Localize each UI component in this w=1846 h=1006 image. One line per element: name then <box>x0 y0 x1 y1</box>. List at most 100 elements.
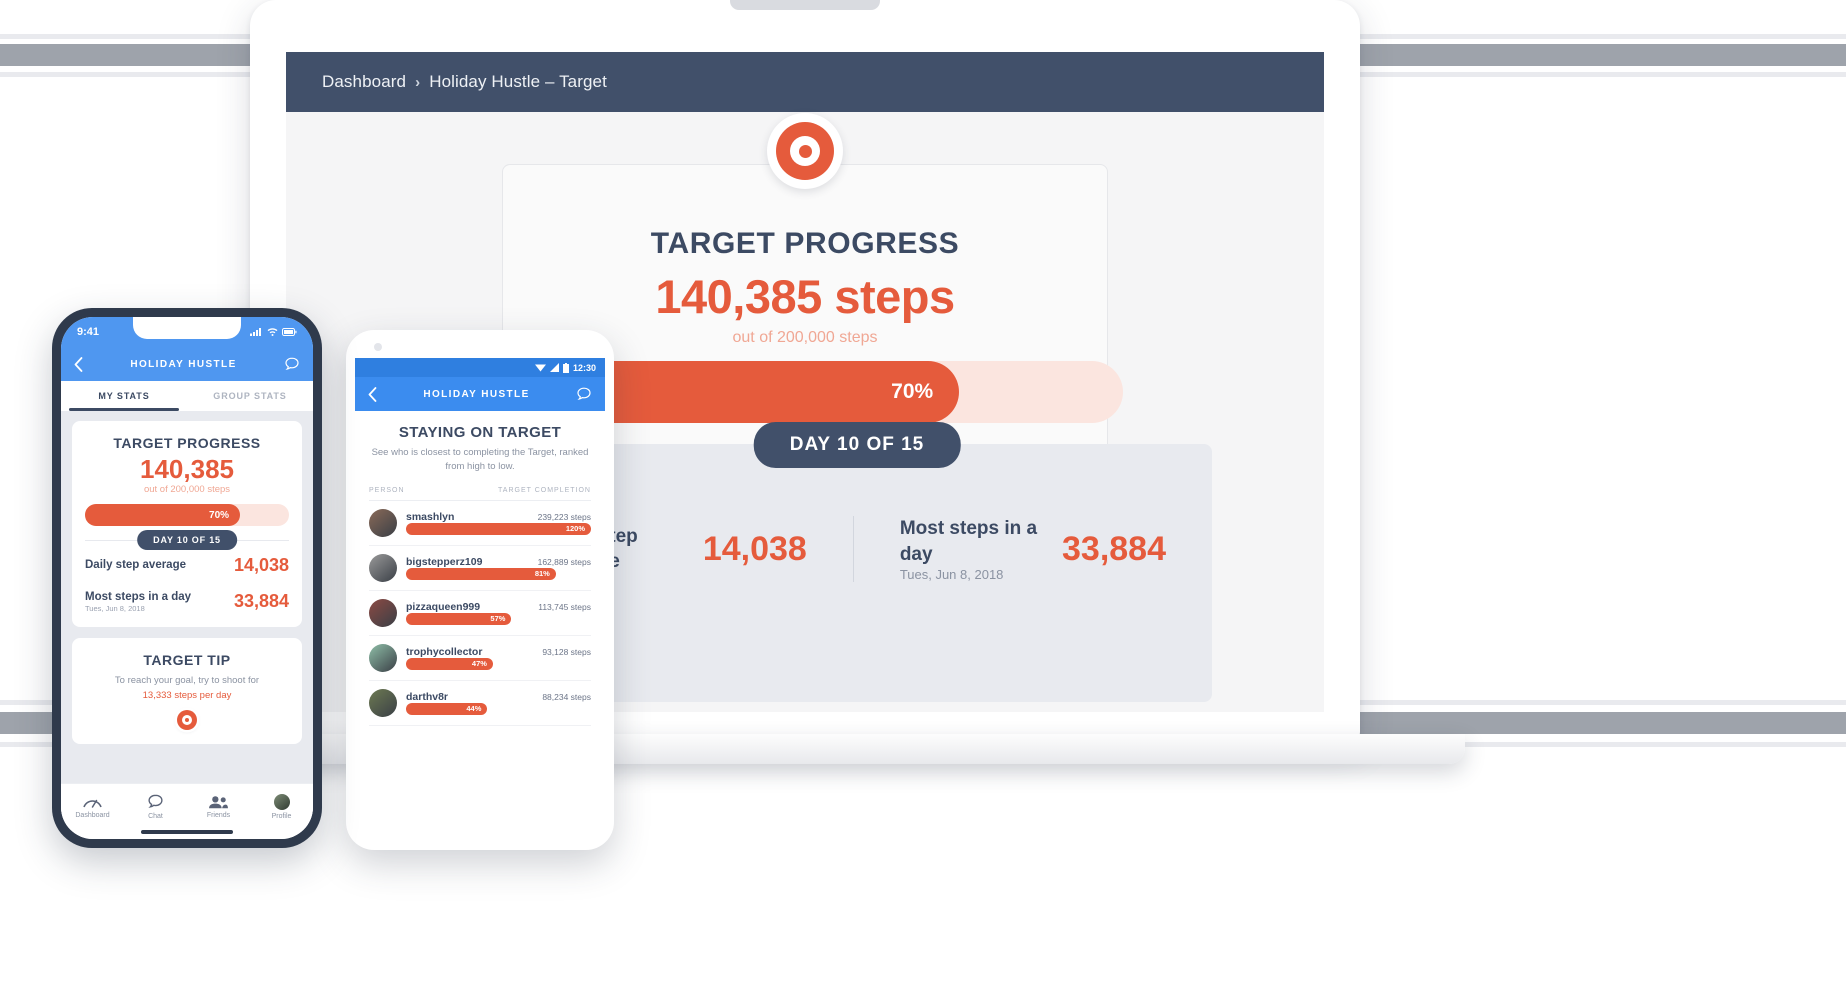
stat-value: 14,038 <box>233 555 289 575</box>
leaderboard-steps: 162,889 steps <box>537 556 591 567</box>
iphone-notch <box>133 317 241 339</box>
column-person: PERSON <box>369 486 405 494</box>
iphone-mockup: 9:41 HOLIDAY HUSTLE MY STATS GROUP STATS… <box>52 308 322 848</box>
tip-lead: To reach your goal, try to shoot for <box>114 675 260 687</box>
tab-friends[interactable]: Friends <box>187 795 250 819</box>
tab-chat[interactable]: Chat <box>124 793 187 820</box>
battery-icon <box>282 328 297 336</box>
ios-steps-goal: out of 200,000 steps <box>143 484 231 495</box>
tab-label: Chat <box>148 813 163 820</box>
ios-content: TARGET PROGRESS 140,385 out of 200,000 s… <box>61 411 313 831</box>
avatar <box>369 688 397 717</box>
target-icon <box>177 709 197 730</box>
leaderboard-steps: 88,234 steps <box>542 691 591 702</box>
ios-status-bar: 9:41 <box>61 317 313 347</box>
leaderboard-row[interactable]: trophycollector 93,128 steps 47% <box>369 636 591 681</box>
ios-status-icons <box>250 328 297 336</box>
leaderboard-row[interactable]: smashlyn 239,223 steps 120% <box>369 501 591 546</box>
avatar <box>369 598 397 627</box>
card-title: TARGET TIP <box>143 652 231 669</box>
leaderboard-steps: 93,128 steps <box>542 646 591 657</box>
tab-my-stats[interactable]: MY STATS <box>61 381 187 411</box>
stat-value: 14,038 <box>702 529 807 568</box>
breadcrumb-current: Holiday Hustle – Target <box>429 72 607 91</box>
card-title: TARGET PROGRESS <box>113 435 261 451</box>
leaderboard-name: smashlyn <box>406 510 455 523</box>
target-icon <box>776 122 834 180</box>
ios-header-title: HOLIDAY HUSTLE <box>130 358 237 370</box>
ios-day-divider: DAY 10 OF 15 <box>85 530 289 550</box>
leaderboard-list[interactable]: smashlyn 239,223 steps 120% bigstepperz109 1… <box>369 501 591 726</box>
back-chevron-icon[interactable] <box>368 386 377 402</box>
leaderboard-steps: 113,745 steps <box>538 601 591 612</box>
leaderboard-row[interactable]: pizzaqueen999 113,745 steps 57% <box>369 591 591 636</box>
ios-clock: 9:41 <box>77 326 100 338</box>
stat-label: Most steps in a day <box>899 518 1038 565</box>
ios-progress-fill: 70% <box>85 504 241 526</box>
stat-value: 33,884 <box>233 591 289 612</box>
ios-target-tip-card: TARGET TIP To reach your goal, try to sh… <box>72 638 302 744</box>
ios-target-progress-card: TARGET PROGRESS 140,385 out of 200,000 s… <box>72 421 302 628</box>
android-screen: 12:30 HOLIDAY HUSTLE STAYING ON TARGET S… <box>355 358 605 802</box>
signal-icon <box>250 328 263 336</box>
android-content: STAYING ON TARGET See who is closest to … <box>355 411 605 802</box>
desktop-progress-label: 70% <box>891 380 934 403</box>
ios-steps-value: 140,385 <box>140 454 234 484</box>
leaderboard-row[interactable]: darthv8r 88,234 steps 44% <box>369 681 591 726</box>
leaderboard-bar-fill: 120% <box>406 522 591 535</box>
leaderboard-bar-fill: 81% <box>406 567 556 580</box>
tip-text: To reach your goal, try to shoot for 13,… <box>85 674 289 703</box>
leaderboard-bar-track: 81% <box>406 567 591 580</box>
wifi-icon <box>534 363 546 372</box>
day-counter-badge: DAY 10 OF 15 <box>137 530 237 550</box>
avatar <box>369 553 397 582</box>
tab-label: Dashboard <box>75 811 110 819</box>
breadcrumb-root[interactable]: Dashboard <box>322 72 406 92</box>
stat-label: Most steps in a day <box>85 591 192 603</box>
leaderboard-bar-fill: 47% <box>406 657 493 670</box>
ios-stat-daily-average: Daily step average 14,038 <box>85 555 289 576</box>
iphone-screen: 9:41 HOLIDAY HUSTLE MY STATS GROUP STATS… <box>61 317 313 839</box>
tab-label: GROUP STATS <box>213 391 287 401</box>
ios-progress-track: 70% <box>85 504 289 526</box>
desktop-page-title: TARGET PROGRESS <box>650 227 960 260</box>
tab-label: Friends <box>206 811 231 819</box>
android-clock: 12:30 <box>572 362 596 373</box>
chat-icon[interactable] <box>284 356 300 372</box>
chat-icon[interactable] <box>576 386 592 402</box>
android-mockup: 12:30 HOLIDAY HUSTLE STAYING ON TARGET S… <box>346 330 614 850</box>
screenshot-stage: Dashboard › Holiday Hustle – Target TARG… <box>0 0 1846 1006</box>
leaderboard-name: darthv8r <box>406 690 449 703</box>
desktop-steps-value: 140,385 steps <box>655 270 955 323</box>
ios-tabs[interactable]: MY STATS GROUP STATS <box>61 381 313 411</box>
tab-dashboard[interactable]: Dashboard <box>61 795 124 819</box>
leaderboard-bar-track: 57% <box>406 612 591 625</box>
laptop-base <box>145 734 1465 764</box>
column-completion: TARGET COMPLETION <box>498 486 591 494</box>
stat-most-steps: Most steps in a day Tues, Jun 8, 2018 33… <box>852 516 1212 583</box>
tip-highlight: 13,333 steps per day <box>142 689 232 701</box>
ios-stat-most-steps: Most steps in a day Tues, Jun 8, 2018 33… <box>85 590 289 613</box>
leaderboard-row[interactable]: bigstepperz109 162,889 steps 81% <box>369 546 591 591</box>
wifi-icon <box>267 328 278 336</box>
stat-date: Tues, Jun 8, 2018 <box>899 567 1004 583</box>
tab-label: MY STATS <box>98 391 150 401</box>
tab-group-stats[interactable]: GROUP STATS <box>187 381 313 411</box>
tab-profile[interactable]: Profile <box>250 793 313 820</box>
leaderboard-name: pizzaqueen999 <box>406 600 481 613</box>
back-chevron-icon[interactable] <box>74 356 83 372</box>
android-heading: STAYING ON TARGET <box>398 424 562 441</box>
leaderboard-bar-track: 47% <box>406 657 591 670</box>
day-counter-badge: DAY 10 OF 15 <box>753 422 961 468</box>
android-header-title: HOLIDAY HUSTLE <box>423 388 530 400</box>
avatar <box>369 508 397 537</box>
android-status-bar: 12:30 <box>355 358 605 377</box>
leaderboard-name: trophycollector <box>406 645 483 658</box>
stat-label: Daily step average <box>85 559 187 572</box>
avatar <box>369 643 397 672</box>
leaderboard-bar-fill: 57% <box>406 612 512 625</box>
android-app-header: HOLIDAY HUSTLE <box>355 377 605 411</box>
ios-app-header: HOLIDAY HUSTLE <box>61 347 313 381</box>
tip-icon-wrap <box>85 709 289 730</box>
leaderboard-steps: 239,223 steps <box>537 511 591 522</box>
